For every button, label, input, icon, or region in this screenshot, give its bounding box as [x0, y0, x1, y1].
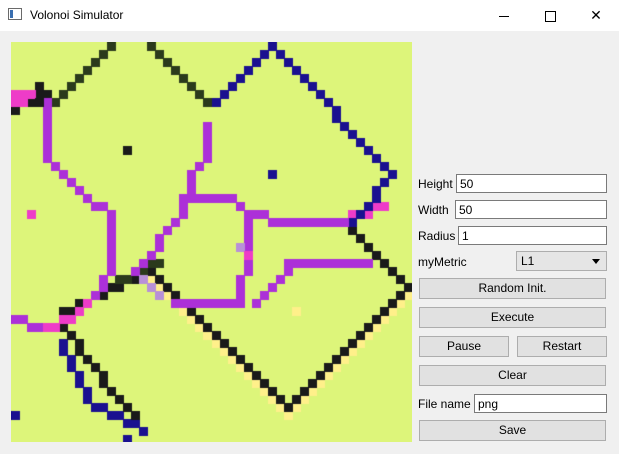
- filename-input[interactable]: [474, 394, 607, 413]
- radius-label: Radius: [418, 229, 456, 243]
- window-title: Volonoi Simulator: [30, 8, 124, 22]
- restart-button[interactable]: Restart: [517, 336, 607, 357]
- title-bar: Volonoi Simulator ✕: [0, 0, 619, 31]
- filename-label: File name: [418, 397, 471, 411]
- execute-button[interactable]: Execute: [419, 307, 606, 328]
- voronoi-grid-canvas[interactable]: [11, 42, 412, 442]
- minimize-button[interactable]: [481, 0, 527, 31]
- minimize-icon: [499, 15, 509, 17]
- pause-button[interactable]: Pause: [419, 336, 509, 357]
- close-icon: ✕: [590, 7, 602, 23]
- maximize-icon: [544, 10, 556, 22]
- chevron-down-icon: [592, 259, 600, 264]
- maximize-button[interactable]: [527, 0, 573, 31]
- close-button[interactable]: ✕: [573, 0, 619, 31]
- width-input[interactable]: [455, 200, 607, 219]
- height-label: Height: [418, 177, 453, 191]
- clear-button[interactable]: Clear: [419, 365, 606, 386]
- metric-label: myMetric: [418, 255, 467, 269]
- save-button[interactable]: Save: [419, 420, 606, 441]
- random-init-button[interactable]: Random Init.: [419, 278, 606, 299]
- metric-select[interactable]: L1: [516, 251, 607, 271]
- metric-select-value: L1: [521, 254, 535, 268]
- width-label: Width: [418, 203, 449, 217]
- app-icon: [8, 8, 22, 20]
- radius-input[interactable]: [458, 226, 607, 245]
- height-input[interactable]: [456, 174, 607, 193]
